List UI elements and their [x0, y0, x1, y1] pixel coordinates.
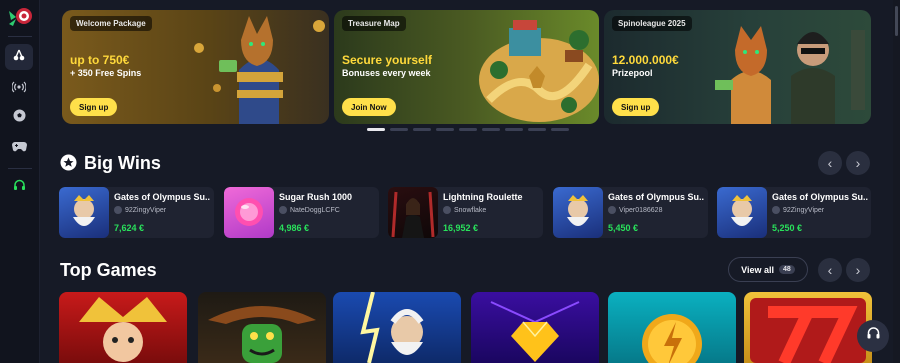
win-game-name: Sugar Rush 1000	[279, 192, 353, 202]
big-win-card[interactable]: Gates of Olympus Su... 92ZingyViper 5,25…	[717, 187, 871, 238]
join-now-button[interactable]: Join Now	[342, 98, 396, 116]
scrollbar-thumb[interactable]	[895, 6, 898, 36]
promo-banner-treasure[interactable]: Treasure Map Secure yourself Bonuses eve…	[334, 10, 599, 124]
games-count-badge: 48	[779, 265, 795, 274]
game-thumbnail	[388, 187, 438, 238]
banner-tag: Spinoleague 2025	[612, 16, 692, 31]
game-tile[interactable]	[471, 292, 599, 363]
big-win-card[interactable]: Lightning Roulette Snowflake 16,952 €	[388, 187, 543, 238]
banner-map-image	[479, 20, 599, 122]
sign-up-button[interactable]: Sign up	[612, 98, 660, 116]
win-game-name: Gates of Olympus Su...	[114, 192, 210, 202]
promo-banner-spinoleague[interactable]: Spinoleague 2025 12.000.000€ Prizepool S…	[604, 10, 871, 124]
live-support-button[interactable]	[857, 320, 889, 352]
game-thumbnail	[717, 187, 767, 238]
user-icon	[279, 206, 287, 214]
carousel-dot[interactable]	[505, 128, 523, 131]
game-thumbnail	[224, 187, 274, 238]
user-icon	[772, 206, 780, 214]
carousel-dot[interactable]	[413, 128, 431, 131]
user-icon	[114, 206, 122, 214]
cherries-icon	[12, 48, 26, 67]
game-tile[interactable]	[744, 292, 872, 363]
gamepad-icon	[11, 139, 27, 157]
game-tile[interactable]	[198, 292, 326, 363]
live-icon	[11, 80, 27, 98]
win-amount: 16,952 €	[443, 223, 479, 233]
soccer-icon	[13, 109, 26, 127]
win-username: 92ZingyViper	[783, 206, 825, 214]
win-amount: 4,986 €	[279, 223, 310, 233]
sidebar-divider	[8, 36, 32, 37]
logo-icon[interactable]	[6, 6, 34, 30]
carousel-dot[interactable]	[459, 128, 477, 131]
win-game-name: Gates of Olympus Su...	[608, 192, 704, 202]
banner-subline: Bonuses every week	[342, 68, 431, 78]
banner-tag: Welcome Package	[70, 16, 152, 31]
win-user: 92ZingyViper	[772, 206, 824, 214]
game-tile[interactable]	[59, 292, 187, 363]
user-icon	[443, 206, 451, 214]
carousel-dot[interactable]	[367, 128, 385, 131]
big-wins-title: Big Wins	[84, 153, 161, 173]
sidebar-item-support[interactable]	[5, 175, 33, 201]
view-all-label: View all	[741, 264, 775, 275]
main-content: Welcome Package up to 750€ + 350 Free Sp…	[40, 0, 900, 363]
sidebar-item-live[interactable]	[5, 76, 33, 102]
carousel-dot[interactable]	[551, 128, 569, 131]
banner-headline: 12.000.000€	[612, 53, 679, 67]
promo-banner-welcome[interactable]: Welcome Package up to 750€ + 350 Free Sp…	[62, 10, 329, 124]
sign-up-button[interactable]: Sign up	[70, 98, 118, 116]
banner-characters-image	[715, 26, 865, 124]
big-wins-prev-button[interactable]: ‹	[818, 151, 842, 175]
win-amount: 7,624 €	[114, 223, 145, 233]
win-user: Snowflake	[443, 206, 486, 214]
big-wins-next-button[interactable]: ›	[846, 151, 870, 175]
banner-subline: + 350 Free Spins	[70, 68, 142, 78]
win-username: Viper0186628	[619, 206, 663, 214]
win-username: Snowflake	[454, 206, 487, 214]
big-win-card[interactable]: Gates of Olympus Su... Viper0186628 5,45…	[553, 187, 708, 238]
game-thumbnail	[59, 187, 109, 238]
sidebar-divider	[8, 168, 32, 169]
game-thumbnail	[553, 187, 603, 238]
game-tile[interactable]	[333, 292, 461, 363]
sidebar	[0, 0, 40, 363]
win-game-name: Gates of Olympus Su...	[772, 192, 868, 202]
banner-headline: Secure yourself	[342, 53, 433, 67]
sidebar-item-sports[interactable]	[5, 105, 33, 131]
sidebar-item-games[interactable]	[5, 135, 33, 161]
banner-subline: Prizepool	[612, 68, 653, 78]
banner-headline: up to 750€	[70, 53, 130, 67]
win-user: 92ZingyViper	[114, 206, 166, 214]
user-icon	[608, 206, 616, 214]
headset-icon	[866, 326, 881, 346]
win-amount: 5,250 €	[772, 223, 803, 233]
win-game-name: Lightning Roulette	[443, 192, 523, 202]
game-tile[interactable]	[608, 292, 736, 363]
carousel-dot[interactable]	[390, 128, 408, 131]
carousel-dot[interactable]	[436, 128, 454, 131]
top-games-next-button[interactable]: ›	[846, 258, 870, 282]
banner-tag: Treasure Map	[342, 16, 406, 31]
star-icon	[60, 154, 77, 176]
win-username: NateDoggLCFC	[290, 206, 340, 214]
big-win-card[interactable]: Gates of Olympus Su... 92ZingyViper 7,62…	[59, 187, 214, 238]
sidebar-item-slots[interactable]	[5, 44, 33, 70]
win-user: Viper0186628	[608, 206, 662, 214]
top-games-title: Top Games	[60, 260, 157, 280]
page-scrollbar[interactable]	[893, 0, 900, 363]
top-games-prev-button[interactable]: ‹	[818, 258, 842, 282]
win-username: 92ZingyViper	[125, 206, 167, 214]
headset-icon	[13, 179, 26, 197]
carousel-dot[interactable]	[528, 128, 546, 131]
carousel-pagination	[367, 128, 569, 131]
view-all-button[interactable]: View all 48	[728, 257, 808, 282]
banner-character-image	[194, 16, 325, 124]
carousel-dot[interactable]	[482, 128, 500, 131]
win-amount: 5,450 €	[608, 223, 639, 233]
win-user: NateDoggLCFC	[279, 206, 340, 214]
big-win-card[interactable]: Sugar Rush 1000 NateDoggLCFC 4,986 €	[224, 187, 379, 238]
